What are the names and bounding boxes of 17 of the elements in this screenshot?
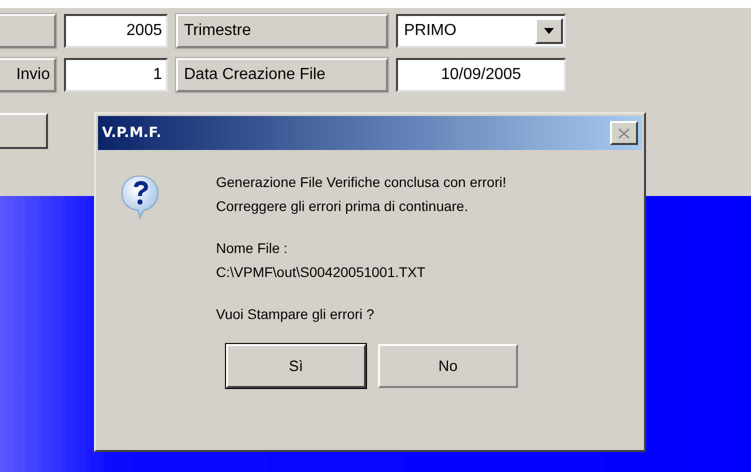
form-button[interactable]	[0, 113, 48, 149]
dialog-message: Vuoi Stampare gli errori ?	[216, 305, 376, 324]
dialog-message: Generazione File Verifiche conclusa con errori! Correggere gli errori prima di continuare.	[216, 173, 508, 216]
dialog-title: V.P.M.F.	[102, 125, 162, 141]
close-icon[interactable]	[610, 121, 638, 145]
question-icon	[120, 174, 160, 222]
field-label: Invio	[0, 58, 56, 92]
dialog-message: Nome File : C:\VPMF\out\S00420051001.TXT	[216, 239, 426, 282]
year-field[interactable]: 2005	[64, 14, 168, 48]
dropdown-value: PRIMO	[404, 22, 456, 40]
dialog-button[interactable]: No	[378, 344, 518, 388]
dialog-button[interactable]: Sì	[226, 344, 366, 388]
field-label: Trimestre	[176, 14, 388, 48]
quarter-dropdown[interactable]: PRIMO	[396, 14, 566, 48]
send-number-field[interactable]: 1	[64, 58, 168, 92]
date-field[interactable]: 10/09/2005	[396, 58, 566, 92]
field-label: Data Creazione File	[176, 58, 388, 92]
